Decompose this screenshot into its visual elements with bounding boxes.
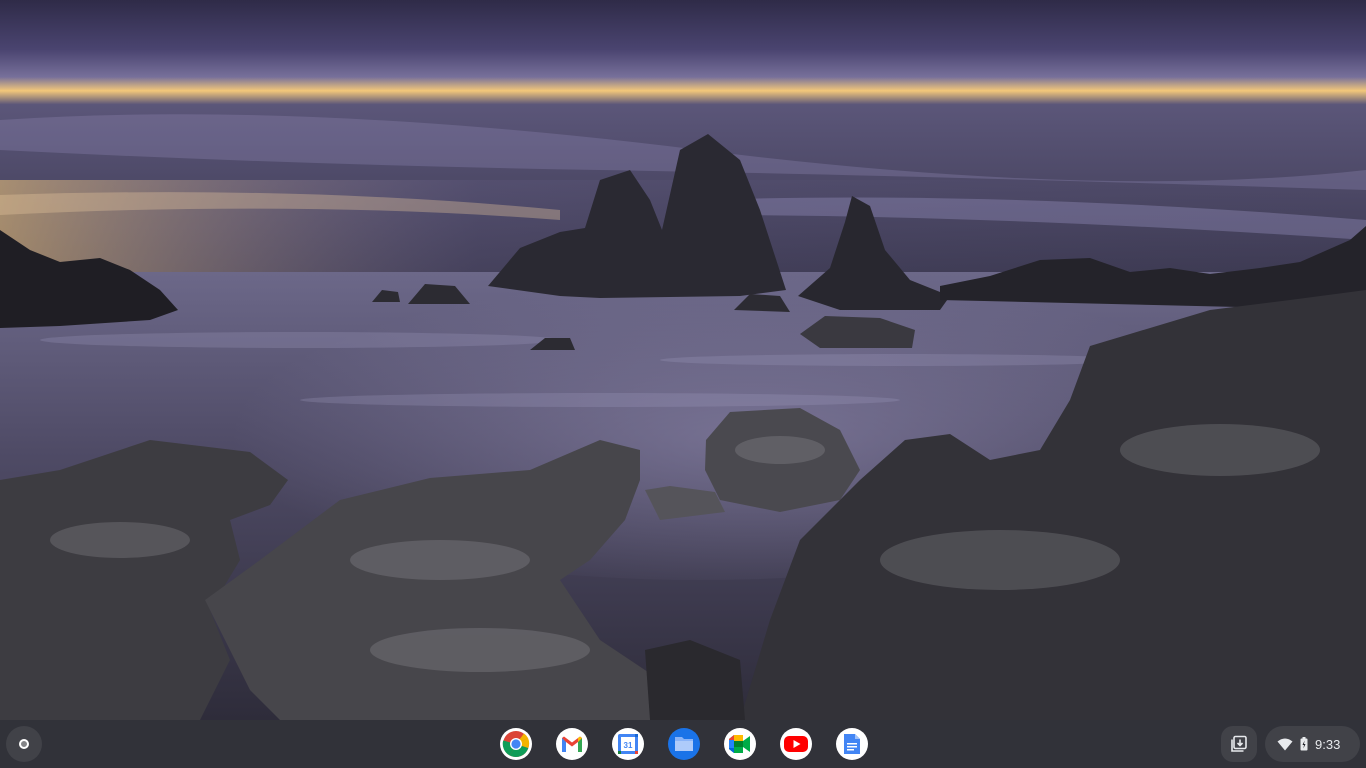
chrome-app-button[interactable] — [500, 728, 532, 760]
files-app-button[interactable] — [668, 728, 700, 760]
holding-space-button[interactable] — [1221, 726, 1257, 762]
shelf: 31 9:33 — [0, 720, 1366, 768]
youtube-app-button[interactable] — [780, 728, 812, 760]
launcher-icon — [19, 739, 29, 749]
youtube-icon — [784, 736, 808, 752]
calendar-date-label: 31 — [624, 741, 633, 750]
clock-time: 9:33 — [1315, 736, 1341, 752]
launcher-button[interactable] — [6, 726, 42, 762]
wifi-icon — [1277, 738, 1293, 750]
docs-icon — [844, 734, 860, 754]
meet-icon — [729, 735, 750, 753]
gmail-icon — [562, 736, 582, 752]
calendar-app-button[interactable]: 31 — [612, 728, 644, 760]
status-area-button[interactable]: 9:33 — [1265, 726, 1360, 762]
battery-icon — [1300, 737, 1308, 751]
desktop-wallpaper — [0, 0, 1366, 720]
files-icon — [675, 737, 693, 751]
docs-app-button[interactable] — [836, 728, 868, 760]
gmail-app-button[interactable] — [556, 728, 588, 760]
wallpaper-image — [0, 0, 1366, 720]
holding-space-icon — [1231, 735, 1247, 752]
meet-app-button[interactable] — [724, 728, 756, 760]
calendar-icon: 31 — [618, 734, 638, 754]
chrome-icon — [502, 731, 530, 758]
